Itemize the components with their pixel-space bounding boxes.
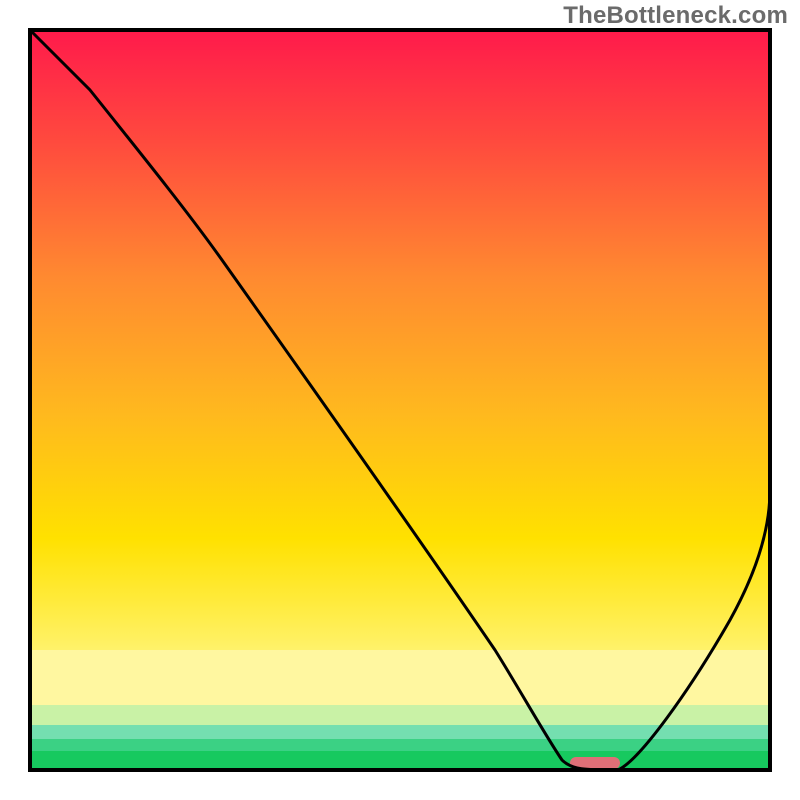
band-pale-yellow [30, 650, 770, 705]
bottleneck-chart: TheBottleneck.com [0, 0, 800, 800]
plot-inner [30, 30, 770, 770]
watermark-text: TheBottleneck.com [563, 2, 788, 30]
band-green [30, 739, 770, 751]
band-pale-green [30, 705, 770, 725]
plot-area [0, 0, 800, 800]
bg-gradient [30, 30, 770, 650]
band-bright-green [30, 751, 770, 770]
